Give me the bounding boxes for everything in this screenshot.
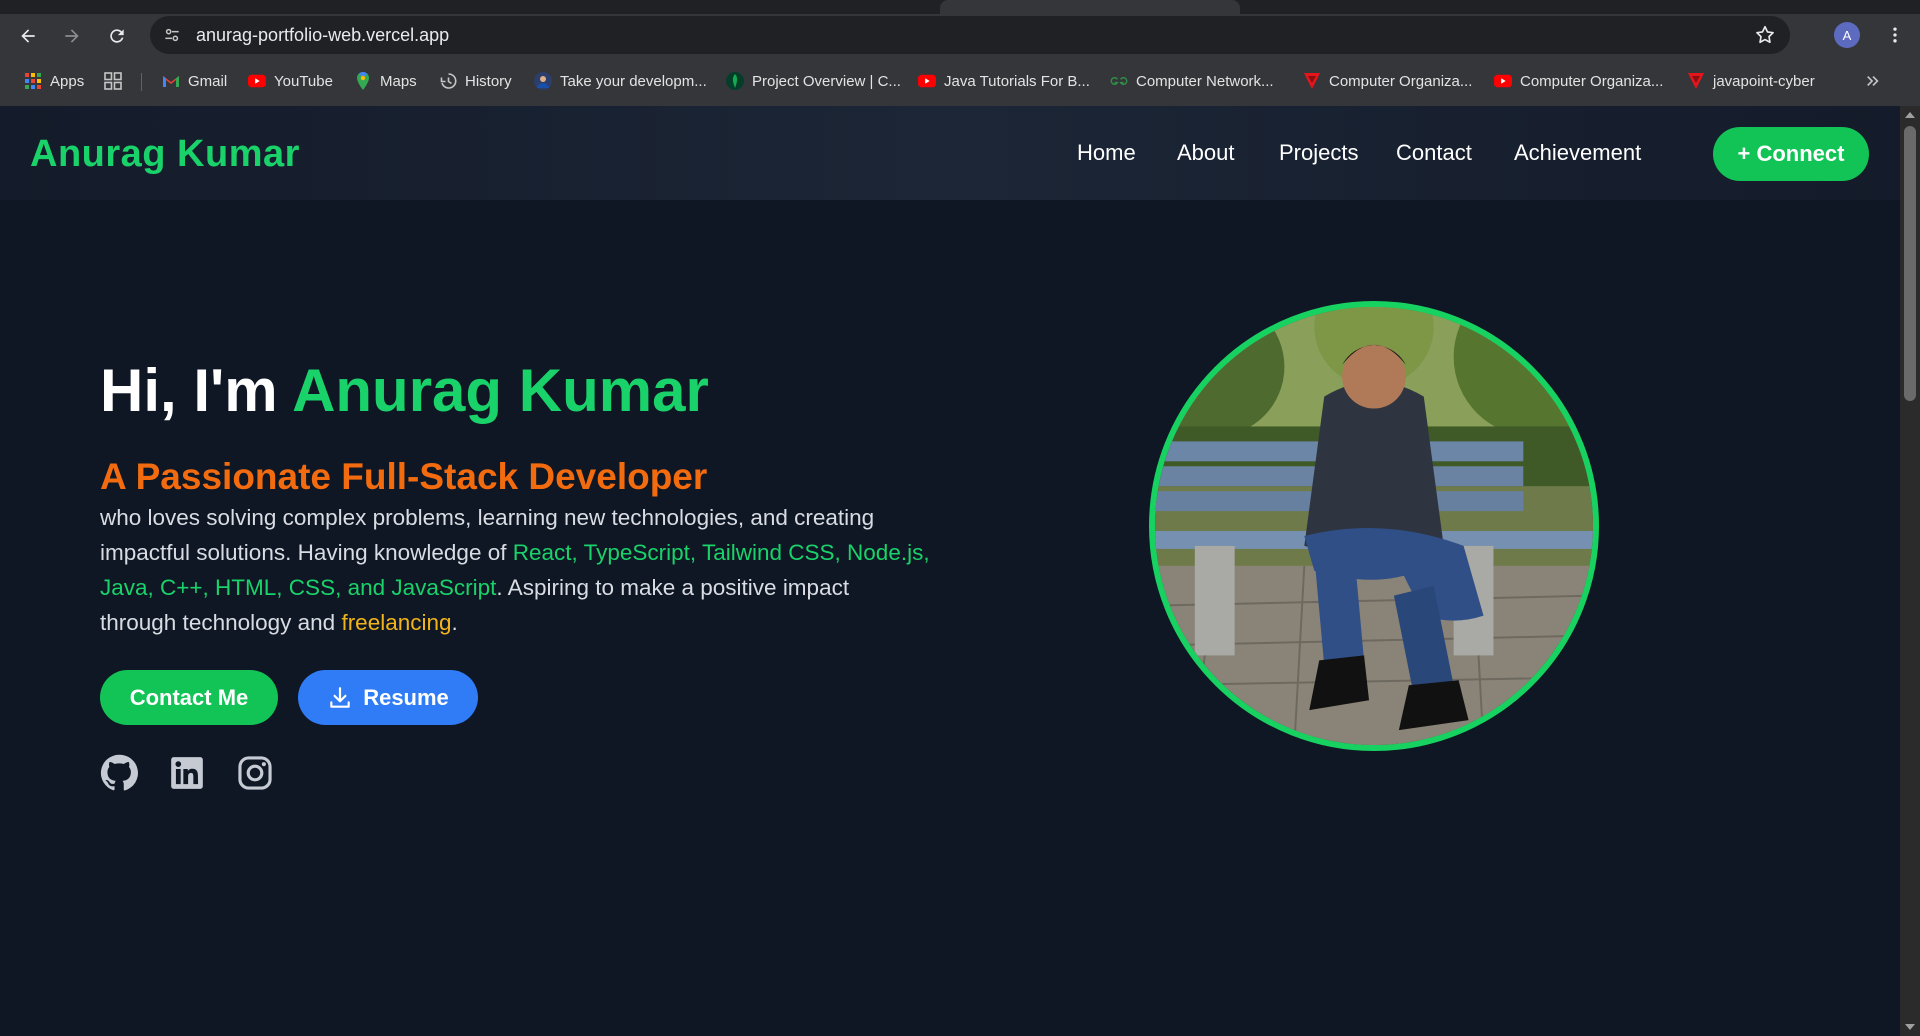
page-scrollbar[interactable] [1900,106,1920,1036]
apps-grid-icon [24,72,42,90]
site-brand[interactable]: Anurag Kumar [30,133,300,176]
profile-photo [1149,301,1599,751]
gfg-icon [1110,72,1128,90]
scroll-up-icon[interactable] [1905,112,1915,118]
hero-freelancing: freelancing [341,610,452,635]
bookmark-javapoint-cyber[interactable]: javapoint-cyber [1687,68,1815,94]
profile-avatar[interactable]: A [1834,22,1860,48]
scrollbar-thumb[interactable] [1904,126,1916,401]
linkedin-icon[interactable] [168,754,206,792]
bookmark-history[interactable]: History [439,68,512,94]
arrow-right-icon [65,29,79,43]
bookmark-computer-organization-2[interactable]: Computer Organiza... [1494,68,1663,94]
arrow-left-icon [21,29,35,43]
nav-link-contact[interactable]: Contact [1396,140,1472,166]
bookmark-label: Apps [50,72,85,90]
bookmark-label: Java Tutorials For B... [944,72,1090,90]
site-info-icon[interactable] [160,23,184,47]
reload-button[interactable] [101,20,133,52]
nav-link-home[interactable]: Home [1077,140,1136,166]
github-icon[interactable] [100,754,138,792]
bookmark-label: Project Overview | C... [752,72,901,90]
nav-link-about[interactable]: About [1177,140,1235,166]
more-bookmarks-button[interactable] [1864,68,1882,94]
hero-description: who loves solving complex problems, lear… [100,500,930,640]
connect-button[interactable]: + Connect [1713,127,1869,181]
bookmark-computer-network[interactable]: Computer Network... [1110,68,1274,94]
tab-groups-icon [104,72,122,90]
bookmark-youtube[interactable]: YouTube [248,68,333,94]
bookmark-label: History [465,72,512,90]
back-button[interactable] [12,20,44,52]
instagram-icon[interactable] [236,754,274,792]
gmail-icon [162,72,180,90]
hero-desc-text-3: . [451,610,458,635]
bookmark-label: Gmail [188,72,228,90]
bookmark-label: Computer Organiza... [1520,72,1664,90]
site-navbar: Anurag Kumar Home About Projects Contact… [0,106,1900,200]
resume-button[interactable]: Resume [298,670,478,725]
tab-groups-button[interactable] [104,68,122,94]
tab-strip [0,0,1920,14]
bookmarks-divider [141,73,142,91]
bookmark-label: Computer Organiza... [1329,72,1473,90]
bookmark-take-your-development[interactable]: Take your developm... [534,68,707,94]
bookmark-computer-organization-1[interactable]: Computer Organiza... [1303,68,1472,94]
bookmark-star-icon[interactable] [1754,24,1776,51]
bookmark-label: YouTube [274,72,333,90]
browser-chrome: anurag-portfolio-web.vercel.app A Apps G… [0,0,1920,106]
mongodb-icon [726,72,744,90]
javatpoint-icon [1303,72,1321,90]
bookmarks-bar: Apps Gmail YouTube Maps History Take you… [0,64,1920,98]
youtube-icon [918,72,936,90]
address-bar[interactable]: anurag-portfolio-web.vercel.app [150,16,1790,54]
reload-icon [110,29,124,43]
download-icon [330,686,350,708]
chevron-double-right-icon [1864,72,1882,90]
history-icon [439,72,457,90]
youtube-icon [1494,72,1512,90]
bookmark-java-tutorials[interactable]: Java Tutorials For B... [918,68,1090,94]
hero-greeting: Hi, I'm [100,357,293,424]
bookmark-project-overview[interactable]: Project Overview | C... [726,68,901,94]
browser-menu-icon[interactable] [1880,20,1910,50]
forward-button[interactable] [56,20,88,52]
bookmark-label: javapoint-cyber [1713,72,1815,90]
hero-subtitle: A Passionate Full-Stack Developer [100,456,708,497]
nav-link-achievement[interactable]: Achievement [1514,140,1641,166]
bookmark-label: Computer Network... [1136,72,1274,90]
page-viewport: Anurag Kumar Home About Projects Contact… [0,106,1900,1036]
youtube-icon [248,72,266,90]
javatpoint-icon [1687,72,1705,90]
scroll-down-icon[interactable] [1905,1024,1915,1030]
bookmark-maps[interactable]: Maps [354,68,417,94]
url-text[interactable]: anurag-portfolio-web.vercel.app [196,25,449,46]
avatar-favicon-icon [534,72,552,90]
bookmark-label: Maps [380,72,417,90]
browser-toolbar: anurag-portfolio-web.vercel.app A [0,14,1920,56]
resume-label: Resume [363,684,449,710]
nav-link-projects[interactable]: Projects [1279,140,1358,166]
bookmark-apps[interactable]: Apps [24,68,84,94]
maps-icon [354,72,372,90]
active-tab[interactable] [940,0,1240,14]
bookmark-gmail[interactable]: Gmail [162,68,227,94]
hero-title: Hi, I'm Anurag Kumar [100,356,709,425]
hero-name: Anurag Kumar [292,357,709,424]
bookmark-label: Take your developm... [560,72,707,90]
contact-me-button[interactable]: Contact Me [100,670,278,725]
